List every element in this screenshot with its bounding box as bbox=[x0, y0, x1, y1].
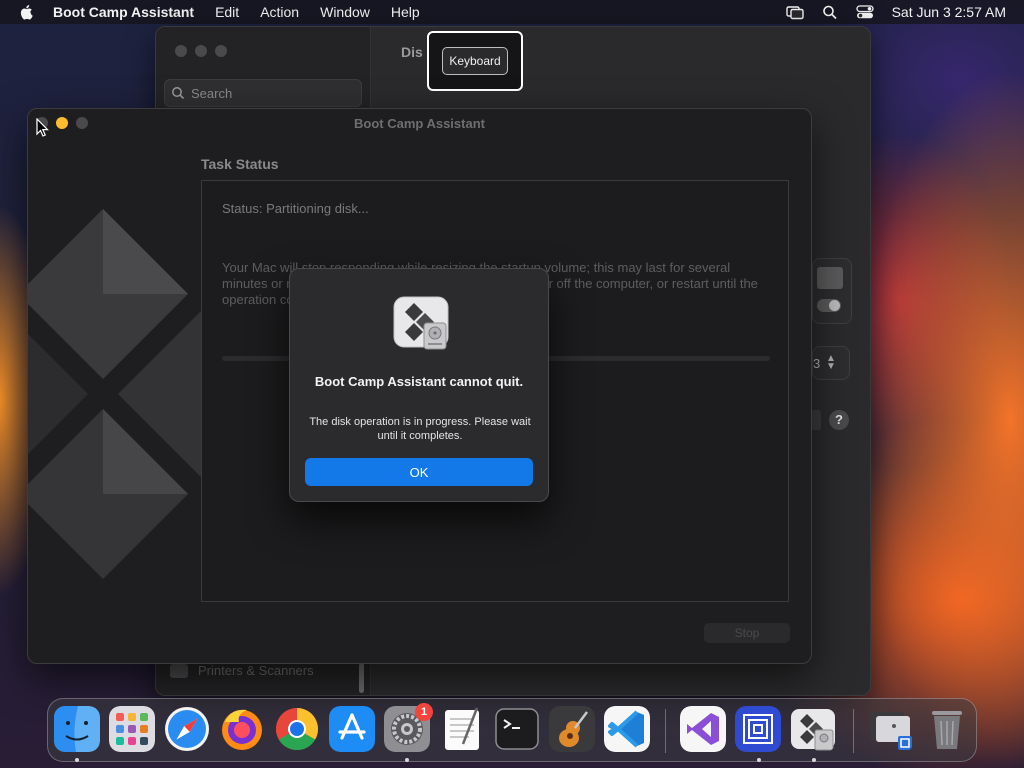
mouse-pointer-icon bbox=[36, 118, 49, 137]
running-indicator bbox=[75, 758, 79, 762]
parallels-icon[interactable] bbox=[735, 706, 781, 752]
stepper-value: 3 bbox=[813, 356, 821, 371]
menu-bar: Boot Camp Assistant Edit Action Window H… bbox=[0, 0, 1024, 24]
settings-zoom-button[interactable] bbox=[215, 45, 227, 57]
boot-camp-logo-icon bbox=[28, 209, 228, 579]
sidebar-scrollbar[interactable] bbox=[359, 663, 364, 693]
running-indicator bbox=[757, 758, 761, 762]
sidebar-item-printers-scanners[interactable]: Printers & Scanners bbox=[170, 663, 314, 678]
cannot-quit-alert: Boot Camp Assistant cannot quit. The dis… bbox=[289, 268, 549, 502]
display-toggle[interactable] bbox=[817, 299, 841, 312]
stepper-arrows-icon[interactable]: ▲ ▼ bbox=[826, 354, 836, 372]
launchpad-icon[interactable] bbox=[109, 706, 155, 752]
chrome-icon[interactable] bbox=[274, 706, 320, 752]
menu-app-name[interactable]: Boot Camp Assistant bbox=[53, 4, 194, 20]
boot-camp-dock-icon[interactable] bbox=[790, 706, 836, 752]
menu-edit[interactable]: Edit bbox=[215, 4, 239, 20]
menu-action[interactable]: Action bbox=[260, 4, 299, 20]
menu-clock[interactable]: Sat Jun 3 2:57 AM bbox=[892, 4, 1006, 20]
ok-button[interactable]: OK bbox=[305, 458, 533, 486]
running-indicator bbox=[812, 758, 816, 762]
window-titlebar[interactable]: Boot Camp Assistant bbox=[28, 109, 811, 137]
task-status-heading: Task Status bbox=[201, 156, 279, 172]
settings-stepper[interactable]: 3 ▲ ▼ bbox=[812, 346, 850, 380]
apple-menu-icon[interactable] bbox=[18, 3, 36, 21]
dock-separator bbox=[665, 709, 666, 753]
status-text: Status: Partitioning disk... bbox=[222, 201, 369, 216]
printer-icon bbox=[170, 663, 188, 678]
display-option-card[interactable] bbox=[812, 258, 852, 324]
dock-separator bbox=[853, 709, 854, 753]
trash-icon[interactable] bbox=[924, 706, 970, 752]
alert-message: The disk operation is in progress. Pleas… bbox=[309, 416, 531, 442]
textedit-icon[interactable] bbox=[439, 706, 485, 752]
running-indicator bbox=[405, 758, 409, 762]
garageband-icon[interactable] bbox=[549, 706, 595, 752]
alert-title: Boot Camp Assistant cannot quit. bbox=[314, 374, 524, 389]
settings-close-button[interactable] bbox=[175, 45, 187, 57]
search-icon bbox=[172, 87, 185, 100]
settings-minimize-button[interactable] bbox=[195, 45, 207, 57]
display-thumbnail bbox=[817, 267, 843, 289]
settings-search-field[interactable]: Search bbox=[164, 79, 362, 107]
downloads-stack-icon[interactable] bbox=[868, 706, 914, 752]
help-button[interactable]: ? bbox=[829, 410, 849, 430]
search-placeholder: Search bbox=[191, 85, 233, 101]
notification-badge: 1 bbox=[415, 703, 433, 721]
settings-button-edge[interactable] bbox=[811, 410, 821, 430]
finder-icon[interactable] bbox=[54, 706, 100, 752]
vscode-icon[interactable] bbox=[604, 706, 650, 752]
firefox-icon[interactable] bbox=[219, 706, 265, 752]
menu-help[interactable]: Help bbox=[391, 4, 420, 20]
boot-camp-app-icon bbox=[393, 296, 449, 350]
keyboard-button[interactable]: Keyboard bbox=[442, 47, 508, 75]
spotlight-search-icon[interactable] bbox=[821, 4, 839, 20]
sidebar-item-label: Printers & Scanners bbox=[198, 663, 314, 678]
visual-studio-icon[interactable] bbox=[680, 706, 726, 752]
window-title: Boot Camp Assistant bbox=[354, 116, 485, 131]
keyboard-tooltip: Keyboard bbox=[427, 31, 523, 91]
stop-button[interactable]: Stop bbox=[704, 623, 790, 643]
screen-mirroring-icon[interactable] bbox=[785, 4, 804, 20]
safari-icon[interactable] bbox=[164, 706, 210, 752]
app-store-icon[interactable] bbox=[329, 706, 375, 752]
control-center-icon[interactable] bbox=[855, 4, 874, 20]
menu-window[interactable]: Window bbox=[320, 4, 370, 20]
dock: 1 bbox=[47, 698, 977, 762]
terminal-icon[interactable] bbox=[494, 706, 540, 752]
settings-page-title: Dis bbox=[401, 44, 423, 60]
